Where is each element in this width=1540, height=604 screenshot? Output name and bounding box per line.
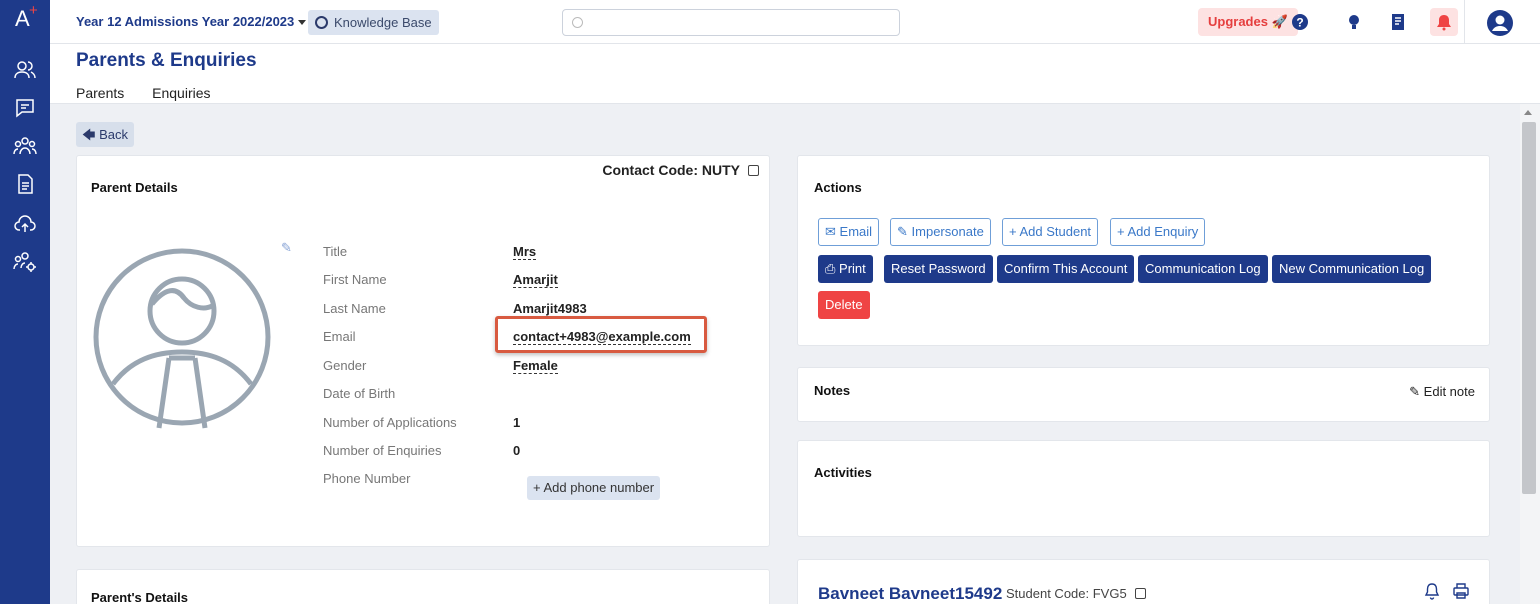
upgrades-button[interactable]: Upgrades 🚀 bbox=[1198, 8, 1298, 36]
card-title: Actions bbox=[814, 180, 862, 195]
notes-icon[interactable] bbox=[1388, 12, 1408, 32]
knowledge-base-button[interactable]: Knowledge Base bbox=[308, 10, 439, 35]
reset-password-button[interactable]: Reset Password bbox=[884, 255, 993, 283]
card-title: Parent's Details bbox=[91, 590, 189, 604]
field-label: Gender bbox=[323, 358, 367, 373]
enquiries-count: 0 bbox=[513, 443, 521, 458]
field-label: Number of Enquiries bbox=[323, 443, 442, 458]
actions-card: Actions ✉ Email ✎ Impersonate + Add Stud… bbox=[797, 155, 1490, 346]
search-icon bbox=[572, 17, 583, 28]
parent-avatar bbox=[93, 234, 271, 440]
rocket-icon: 🚀 bbox=[1271, 14, 1288, 29]
search-input[interactable] bbox=[562, 9, 900, 36]
envelope-icon: ✉ bbox=[825, 224, 836, 239]
field-label: Phone Number bbox=[323, 471, 411, 486]
lightbulb-icon[interactable] bbox=[1344, 12, 1364, 32]
lifebuoy-icon bbox=[315, 16, 328, 29]
pencil-icon: ✎ bbox=[897, 224, 908, 239]
confirm-account-button[interactable]: Confirm This Account bbox=[997, 255, 1135, 283]
copy-icon[interactable] bbox=[1134, 588, 1146, 599]
add-enquiry-button[interactable]: + Add Enquiry bbox=[1110, 218, 1206, 246]
delete-button[interactable]: Delete bbox=[818, 291, 870, 319]
edit-note-button[interactable]: ✎ Edit note bbox=[1409, 384, 1475, 400]
sub-tabs: Parents Enquiries bbox=[76, 85, 235, 101]
parents-details-card: Parent's Details bbox=[76, 569, 770, 604]
field-label: Number of Applications bbox=[323, 415, 457, 430]
card-title: Activities bbox=[814, 465, 872, 480]
left-sidebar: A + bbox=[0, 0, 50, 604]
tab-parents[interactable]: Parents bbox=[76, 85, 124, 101]
edit-avatar-icon[interactable]: ✎ bbox=[281, 240, 292, 256]
back-button[interactable]: 🡄 Back bbox=[76, 122, 134, 147]
copy-icon[interactable] bbox=[748, 165, 759, 176]
field-label: Last Name bbox=[323, 301, 386, 316]
student-card: Bavneet Bavneet15492 Student Code: FVG5 bbox=[797, 559, 1490, 604]
parent-details-card: Parent Details Contact Code: NUTY ✎ Titl… bbox=[76, 155, 770, 547]
user-settings-icon[interactable] bbox=[13, 250, 37, 274]
card-title: Notes bbox=[814, 383, 851, 398]
new-communication-log-button[interactable]: New Communication Log bbox=[1272, 255, 1432, 283]
scroll-up-icon[interactable] bbox=[1524, 110, 1532, 115]
year-selector[interactable]: Year 12 Admissions Year 2022/2023 bbox=[76, 14, 307, 29]
card-title: Parent Details bbox=[91, 180, 178, 195]
pencil-icon: ✎ bbox=[1409, 384, 1421, 399]
field-label: Date of Birth bbox=[323, 386, 396, 401]
gender-value[interactable]: Female bbox=[513, 358, 558, 374]
notes-card: Notes ✎ Edit note bbox=[797, 367, 1490, 422]
printer-icon[interactable] bbox=[1452, 582, 1470, 600]
applications-count: 1 bbox=[513, 415, 521, 430]
field-label: First Name bbox=[323, 272, 387, 287]
email-button[interactable]: ✉ Email bbox=[818, 218, 880, 246]
field-label: Title bbox=[323, 244, 348, 259]
svg-text:?: ? bbox=[1296, 16, 1303, 30]
page-header: Parents & Enquiries Parents Enquiries bbox=[50, 44, 1540, 104]
contact-code: Contact Code: NUTY bbox=[602, 162, 759, 178]
page-title: Parents & Enquiries bbox=[76, 50, 257, 71]
document-icon[interactable] bbox=[13, 172, 37, 196]
messages-icon[interactable] bbox=[13, 96, 37, 120]
printer-icon: ⎙ bbox=[825, 261, 836, 276]
impersonate-button[interactable]: ✎ Impersonate bbox=[890, 218, 991, 246]
help-icon[interactable]: ? bbox=[1290, 12, 1310, 32]
field-label: Email bbox=[323, 329, 356, 344]
notification-bell-icon[interactable] bbox=[1430, 8, 1458, 36]
first-name-value[interactable]: Amarjit bbox=[513, 272, 558, 288]
cloud-upload-icon[interactable] bbox=[13, 212, 37, 236]
user-avatar-icon[interactable] bbox=[1486, 9, 1514, 37]
top-bar: Year 12 Admissions Year 2022/2023 Knowle… bbox=[50, 0, 1540, 44]
print-button[interactable]: ⎙ Print bbox=[818, 255, 873, 283]
tab-enquiries[interactable]: Enquiries bbox=[152, 85, 210, 101]
people-icon[interactable] bbox=[13, 134, 37, 158]
activities-card: Activities bbox=[797, 440, 1490, 537]
divider bbox=[1464, 0, 1465, 44]
title-value[interactable]: Mrs bbox=[513, 244, 537, 260]
add-phone-button[interactable]: + Add phone number bbox=[527, 476, 661, 500]
highlight-box bbox=[495, 316, 707, 353]
contacts-icon[interactable] bbox=[13, 58, 37, 82]
app-logo[interactable]: A + bbox=[15, 2, 38, 32]
chevron-down-icon bbox=[298, 20, 307, 26]
add-student-button[interactable]: + Add Student bbox=[1002, 218, 1099, 246]
last-name-value[interactable]: Amarjit4983 bbox=[513, 301, 587, 317]
scroll-thumb[interactable] bbox=[1522, 122, 1536, 494]
back-arrow-icon: 🡄 bbox=[82, 127, 96, 142]
scrollbar[interactable] bbox=[1520, 104, 1540, 604]
student-code: Student Code: FVG5 bbox=[1006, 586, 1146, 601]
communication-log-button[interactable]: Communication Log bbox=[1138, 255, 1268, 283]
bell-icon[interactable] bbox=[1424, 582, 1440, 600]
student-name[interactable]: Bavneet Bavneet15492 bbox=[818, 584, 1002, 604]
